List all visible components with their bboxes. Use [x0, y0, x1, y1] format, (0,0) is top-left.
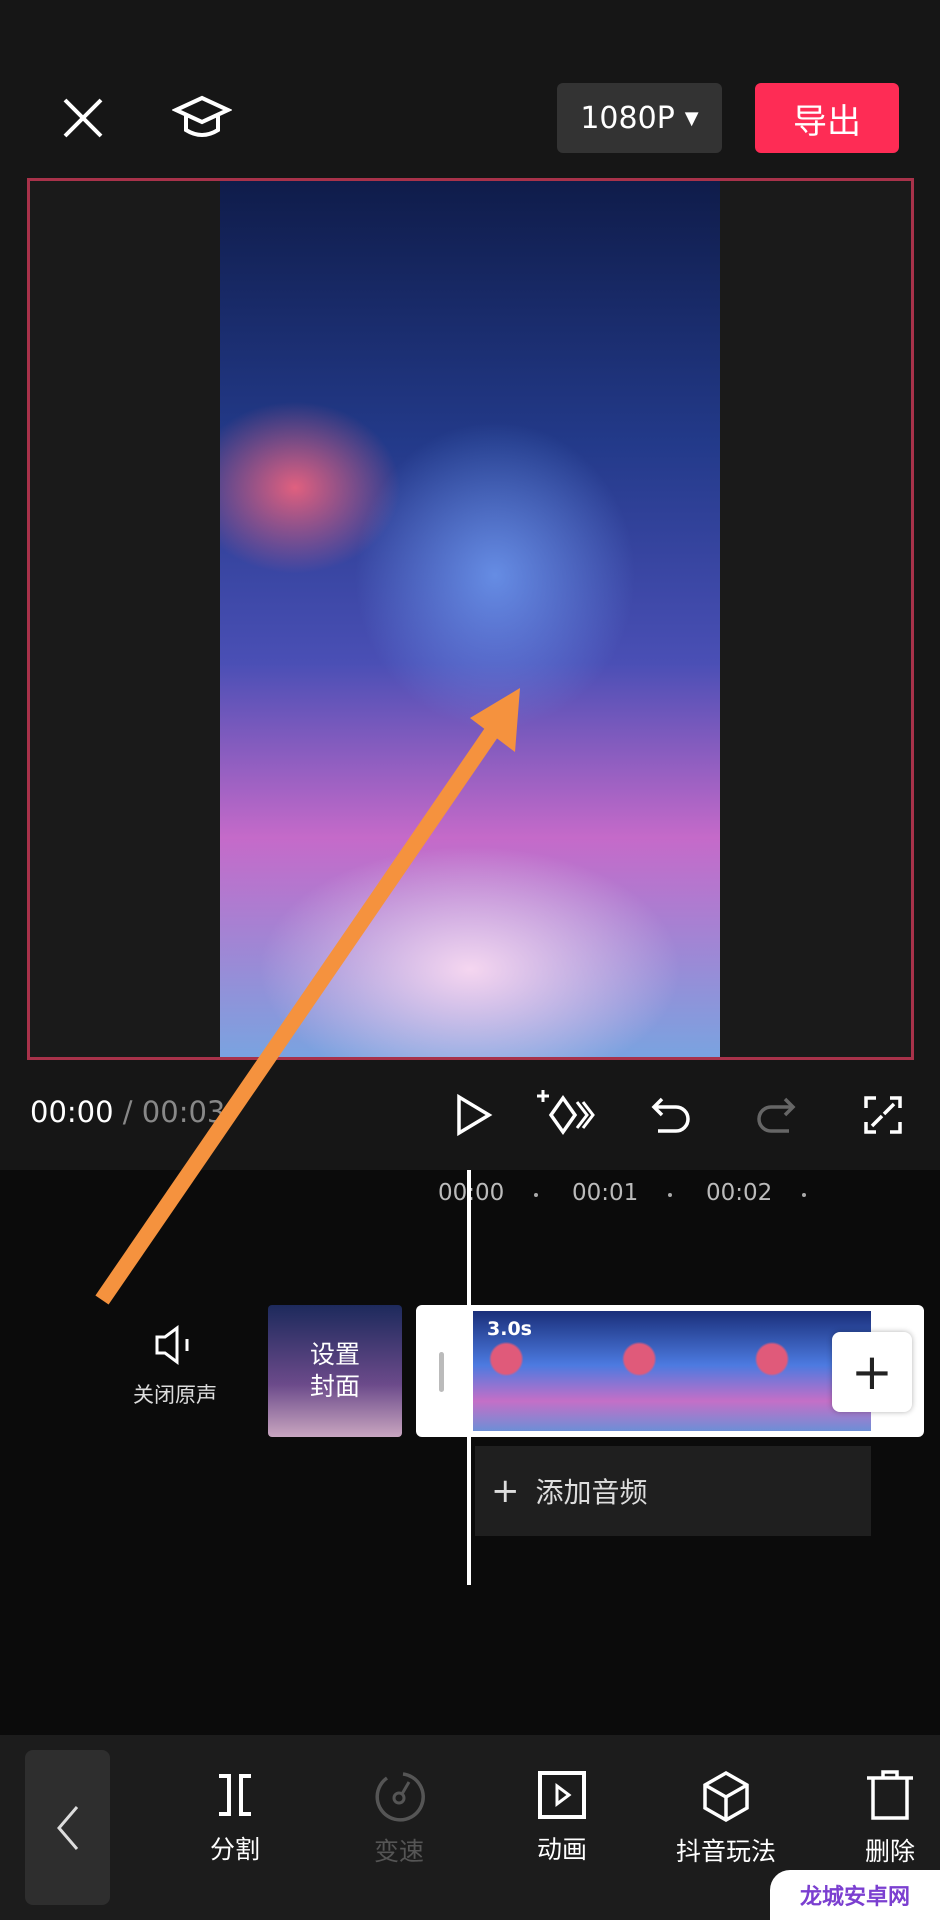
- current-time: 00:00: [30, 1095, 114, 1129]
- add-audio-label: 添加音频: [535, 1476, 648, 1509]
- clip-trim-handle[interactable]: [439, 1352, 444, 1392]
- total-time: 00:03: [141, 1095, 226, 1129]
- tool-animation[interactable]: 动画: [502, 1770, 622, 1866]
- fullscreen-icon[interactable]: [858, 1090, 908, 1140]
- caret-down-icon: ▼: [684, 107, 699, 129]
- tool-split[interactable]: 分割: [175, 1770, 295, 1866]
- split-icon: [219, 1774, 251, 1816]
- add-audio-button[interactable]: + 添加音频: [475, 1446, 871, 1536]
- ruler-dot: [802, 1193, 806, 1197]
- resolution-value: 1080P: [580, 100, 675, 136]
- ruler-tick: 00:01: [572, 1180, 639, 1206]
- clip-thumbnail: [606, 1311, 739, 1431]
- redo-icon: [752, 1090, 802, 1140]
- ruler-dot: [668, 1193, 672, 1197]
- cover-label: 设置: [309, 1339, 360, 1369]
- export-button[interactable]: 导出: [755, 83, 899, 153]
- time-display: 00:00 / 00:03: [30, 1095, 225, 1129]
- back-button[interactable]: [25, 1750, 110, 1905]
- cube-icon: [703, 1770, 749, 1822]
- playhead[interactable]: [467, 1170, 471, 1585]
- chevron-left-icon: [56, 1805, 78, 1850]
- undo-icon[interactable]: [645, 1090, 695, 1140]
- animation-icon: [538, 1771, 586, 1819]
- mute-original-audio-button[interactable]: 关闭原声: [120, 1325, 230, 1409]
- watermark-logo: 龙城安卓网: [770, 1870, 940, 1920]
- tool-label: 分割: [209, 1835, 260, 1864]
- plus-icon: +: [851, 1343, 893, 1401]
- tool-delete[interactable]: 删除: [830, 1770, 940, 1868]
- cover-label: 封面: [309, 1372, 360, 1401]
- plus-icon: +: [491, 1471, 520, 1511]
- watermark-text: 龙城安卓网: [799, 1885, 910, 1910]
- trash-icon: [867, 1770, 913, 1820]
- tool-speed: 变速: [339, 1770, 459, 1868]
- time-separator: /: [113, 1095, 142, 1129]
- add-clip-button[interactable]: +: [832, 1332, 912, 1412]
- speed-icon: [375, 1772, 425, 1822]
- resolution-dropdown[interactable]: 1080P ▼: [557, 83, 722, 153]
- play-icon[interactable]: [448, 1090, 498, 1140]
- video-frame-heart-rose: [220, 181, 720, 1057]
- tool-douyin-effects[interactable]: 抖音玩法: [666, 1770, 786, 1868]
- tool-label: 删除: [864, 1837, 915, 1866]
- keyframe-icon[interactable]: [535, 1088, 595, 1142]
- speaker-icon: [155, 1325, 189, 1365]
- tool-label: 变速: [373, 1837, 424, 1866]
- ruler-tick: 00:02: [706, 1180, 773, 1206]
- tutorial-cap-icon[interactable]: [170, 88, 234, 148]
- ruler-dot: [534, 1193, 538, 1197]
- clip-duration: 3.0s: [487, 1318, 532, 1340]
- mute-label: 关闭原声: [133, 1383, 217, 1407]
- tool-label: 动画: [536, 1835, 587, 1864]
- close-icon[interactable]: [55, 90, 111, 146]
- ruler-tick: 00:00: [438, 1180, 505, 1206]
- tool-label: 抖音玩法: [675, 1837, 776, 1866]
- set-cover-button[interactable]: 设置 封面: [268, 1305, 402, 1437]
